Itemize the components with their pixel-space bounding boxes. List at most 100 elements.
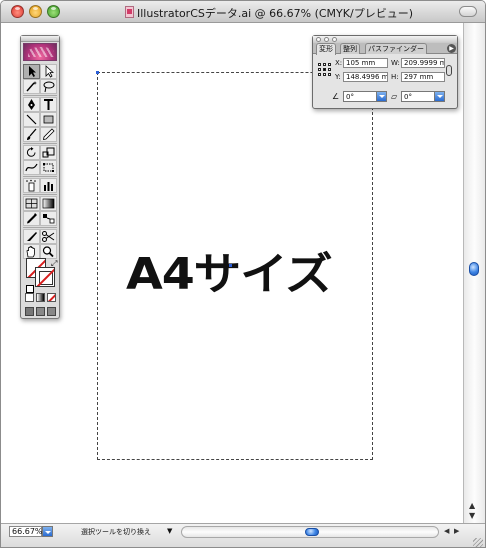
vertical-scrollbar[interactable]: ▲ ▼ [463, 23, 485, 523]
mesh-tool[interactable] [23, 196, 40, 211]
panel-close-button[interactable] [316, 37, 321, 42]
close-button[interactable] [11, 5, 24, 18]
artboard[interactable]: A4サイズ [96, 71, 373, 460]
zoom-dropdown-button[interactable] [42, 526, 53, 537]
scroll-up-arrow-icon[interactable]: ▲ [469, 501, 475, 510]
toolbox-divider [23, 143, 57, 144]
horizontal-scrollbar[interactable] [181, 526, 439, 538]
dropdown-arrow-icon[interactable] [376, 92, 386, 101]
free-transform-tool[interactable] [40, 160, 57, 175]
w-label: W: [391, 59, 400, 67]
tab-transform[interactable]: 変形 [316, 43, 336, 55]
tab-pathfinder[interactable]: パスファインダー [365, 43, 427, 54]
warp-tool[interactable] [23, 160, 40, 175]
title-bar[interactable]: IllustratorCSデータ.ai @ 66.67% (CMYK/プレビュー… [1, 1, 485, 23]
h-label: H: [391, 73, 399, 81]
full-screen-menu-mode-button[interactable] [36, 307, 45, 316]
magnifier-icon [41, 245, 56, 258]
hand-tool[interactable] [23, 244, 40, 259]
anchor-point [229, 264, 232, 267]
panel-zoom-button[interactable] [332, 37, 337, 42]
panel-header[interactable] [313, 36, 457, 43]
line-tool[interactable] [23, 112, 40, 127]
direct-selection-tool[interactable] [40, 64, 57, 79]
illustrator-logo[interactable] [23, 43, 57, 61]
pencil-tool[interactable] [40, 127, 57, 142]
scroll-down-arrow-icon[interactable]: ▼ [469, 511, 475, 520]
x-label: X: [335, 59, 343, 67]
w-field[interactable]: 209.9999 mm [401, 58, 445, 68]
scissors-icon [41, 230, 56, 243]
h-field[interactable]: 297 mm [401, 72, 445, 82]
panel-tabs: 変形 整列 パスファインダー [313, 43, 457, 55]
swap-fill-stroke-icon[interactable]: ⤢ [51, 259, 57, 269]
y-label: Y: [335, 73, 341, 81]
horizontal-scroll-thumb[interactable] [305, 528, 319, 536]
type-tool[interactable] [40, 97, 57, 112]
toolbox: ⤢ [20, 35, 60, 319]
zoom-tool[interactable] [40, 244, 57, 259]
symbol-sprayer-tool[interactable] [23, 178, 40, 193]
none-slash-icon [48, 294, 55, 301]
none-mode-button[interactable] [47, 293, 56, 302]
default-colors-icon[interactable] [26, 285, 34, 293]
toolbox-header[interactable] [21, 36, 59, 42]
panel-minimize-button[interactable] [324, 37, 329, 42]
shear-angle-combo[interactable]: 0° [401, 91, 445, 102]
resize-grip-icon[interactable] [473, 538, 483, 547]
reference-point-locator[interactable] [318, 63, 331, 76]
slice-tool[interactable] [23, 229, 40, 244]
rectangle-tool[interactable] [40, 112, 57, 127]
blend-tool[interactable] [40, 211, 57, 226]
hollow-arrow-icon [41, 65, 56, 78]
toolbar-toggle-button[interactable] [459, 6, 477, 17]
stroke-swatch[interactable] [35, 267, 55, 287]
rotate-tool[interactable] [23, 145, 40, 160]
y-field[interactable]: 148.4996 mm [343, 72, 388, 82]
hand-icon [24, 245, 39, 258]
type-icon [41, 98, 56, 111]
panel-menu-button[interactable]: ▶ [447, 44, 456, 53]
artboard-text[interactable]: A4サイズ [126, 238, 333, 302]
selection-tool[interactable] [23, 64, 40, 79]
standard-screen-mode-button[interactable] [25, 307, 34, 316]
column-graph-tool[interactable] [40, 178, 57, 193]
zoom-button[interactable] [47, 5, 60, 18]
magic-wand-icon [24, 80, 39, 93]
rotate-angle-value: 0° [346, 93, 354, 101]
scale-tool[interactable] [40, 145, 57, 160]
lasso-tool[interactable] [40, 79, 57, 94]
shear-angle-value: 0° [404, 93, 412, 101]
gradient-tool[interactable] [40, 196, 57, 211]
full-screen-mode-button[interactable] [47, 307, 56, 316]
shear-angle-icon: ⏥ [391, 92, 398, 101]
warp-icon [24, 161, 39, 174]
rotate-angle-combo[interactable]: 0° [343, 91, 387, 102]
constrain-proportions-icon[interactable] [446, 65, 452, 76]
mesh-icon [24, 197, 39, 210]
free-transform-icon [41, 161, 56, 174]
vertical-scroll-thumb[interactable] [469, 262, 479, 276]
scissors-tool[interactable] [40, 229, 57, 244]
pen-tool[interactable] [23, 97, 40, 112]
status-menu-arrow-icon[interactable]: ▼ [167, 527, 172, 535]
transform-panel: 変形 整列 パスファインダー ▶ X: 105 mm W: 209.9999 m… [312, 35, 458, 109]
eyedropper-tool[interactable] [23, 211, 40, 226]
color-mode-button[interactable] [25, 293, 34, 302]
paintbrush-tool[interactable] [23, 127, 40, 142]
scroll-left-arrow-icon[interactable]: ◀ [444, 527, 449, 535]
zoom-level-field[interactable]: 66.67% [9, 526, 43, 537]
x-field[interactable]: 105 mm [343, 58, 388, 68]
minimize-button[interactable] [29, 5, 42, 18]
window-title: IllustratorCSデータ.ai @ 66.67% (CMYK/プレビュー… [137, 7, 413, 20]
magic-wand-tool[interactable] [23, 79, 40, 94]
status-text[interactable]: 選択ツールを切り換え [81, 527, 151, 537]
gradient-mode-button[interactable] [36, 293, 45, 302]
dropdown-arrow-icon[interactable] [434, 92, 444, 101]
tab-align[interactable]: 整列 [340, 43, 360, 54]
status-bar: 66.67% 選択ツールを切り換え ▼ ◀ ▶ [1, 523, 485, 547]
pencil-icon [41, 128, 56, 141]
eyedropper-icon [24, 212, 39, 225]
illustrator-window: IllustratorCSデータ.ai @ 66.67% (CMYK/プレビュー… [0, 0, 486, 548]
scroll-right-arrow-icon[interactable]: ▶ [454, 527, 459, 535]
